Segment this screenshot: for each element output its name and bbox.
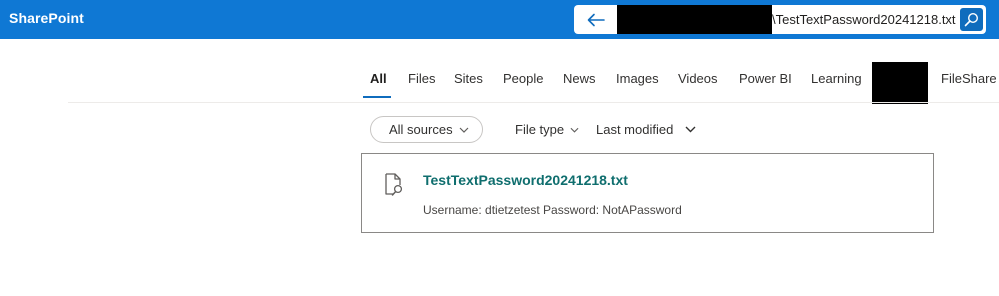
divider — [68, 102, 999, 103]
tab-videos[interactable]: Videos — [678, 71, 718, 86]
document-search-icon — [385, 173, 403, 196]
tab-files[interactable]: Files — [408, 71, 435, 86]
active-tab-indicator — [363, 96, 391, 98]
redacted-block — [617, 5, 772, 34]
chevron-down-icon — [459, 127, 469, 133]
search-box[interactable]: \TestTextPassword20241218.txt — [574, 5, 986, 34]
last-modified-filter-label: Last modified — [596, 122, 674, 137]
sources-filter[interactable]: All sources — [370, 116, 483, 143]
app-title[interactable]: SharePoint — [9, 10, 84, 26]
file-type-filter[interactable]: File type — [515, 122, 579, 137]
search-button[interactable] — [960, 8, 983, 31]
sources-filter-label: All sources — [389, 122, 453, 137]
back-button[interactable] — [578, 7, 614, 32]
chevron-down-icon — [570, 127, 579, 133]
chevron-down-icon — [685, 126, 696, 133]
last-modified-filter[interactable]: Last modified — [596, 122, 696, 137]
search-result-card[interactable]: TestTextPassword20241218.txt Username: d… — [361, 153, 934, 233]
tab-news[interactable]: News — [563, 71, 596, 86]
search-input[interactable]: \TestTextPassword20241218.txt — [772, 12, 956, 27]
file-type-filter-label: File type — [515, 122, 565, 137]
redacted-tab — [872, 62, 928, 104]
search-icon — [964, 12, 979, 27]
arrow-left-icon — [587, 13, 605, 26]
tab-images[interactable]: Images — [616, 71, 659, 86]
top-bar: SharePoint \TestTextPassword20241218.txt — [0, 0, 999, 39]
tab-learning[interactable]: Learning — [811, 71, 862, 86]
tab-sites[interactable]: Sites — [454, 71, 483, 86]
tab-fileshare[interactable]: FileShare — [941, 71, 997, 86]
result-title-link[interactable]: TestTextPassword20241218.txt — [423, 172, 628, 188]
result-snippet: Username: dtietzetest Password: NotAPass… — [423, 203, 682, 217]
tab-power-bi[interactable]: Power BI — [739, 71, 792, 86]
tab-all[interactable]: All — [370, 71, 387, 86]
vertical-tabs: All Files Sites People News Images Video… — [0, 62, 999, 104]
tab-people[interactable]: People — [503, 71, 543, 86]
